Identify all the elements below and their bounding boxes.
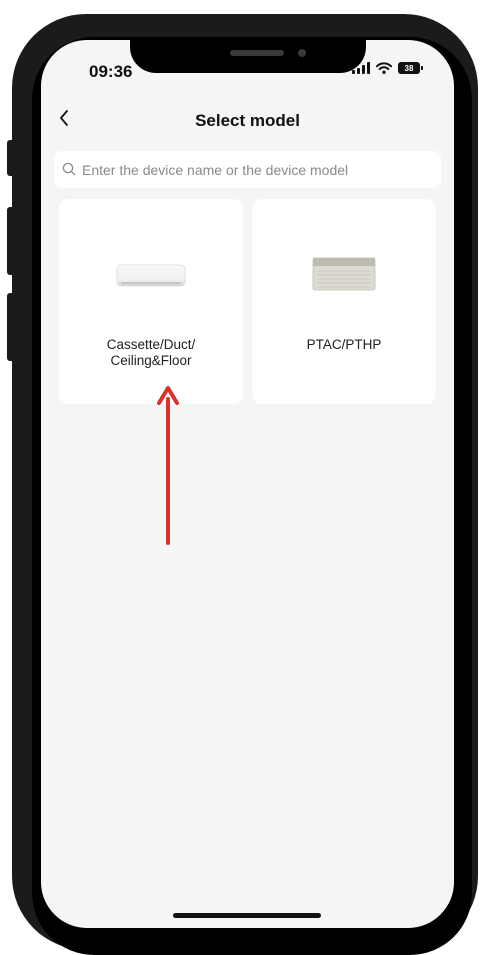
search-icon — [62, 162, 76, 176]
phone-volume-down — [7, 293, 15, 361]
app-screen: 09:36 38 Select model Enter the device n… — [41, 40, 454, 928]
page-title: Select model — [195, 111, 300, 130]
status-time: 09:36 — [89, 62, 133, 81]
home-indicator — [173, 913, 321, 918]
wifi-icon — [376, 62, 392, 74]
model-card-ptac[interactable]: PTAC/PTHP — [252, 199, 436, 404]
model-label: PTAC/PTHP — [306, 337, 382, 352]
notch — [130, 40, 366, 73]
model-label: Cassette/Duct/ Ceiling&Floor — [106, 337, 196, 368]
ptac-unit-icon — [312, 257, 376, 291]
battery-icon: 38 — [398, 62, 423, 74]
front-camera — [298, 49, 306, 57]
wall-unit-ac-icon — [116, 264, 186, 287]
nav-bar: Select model — [41, 104, 454, 136]
phone-silent-switch — [7, 140, 15, 176]
search-bar[interactable] — [54, 151, 441, 188]
status-icons: 38 — [352, 62, 423, 74]
model-card-cassette[interactable]: Cassette/Duct/ Ceiling&Floor — [59, 199, 243, 404]
phone-volume-up — [7, 207, 15, 275]
speaker-grille — [230, 50, 284, 56]
cellular-signal-icon — [352, 62, 370, 74]
search-input[interactable] — [82, 151, 432, 188]
